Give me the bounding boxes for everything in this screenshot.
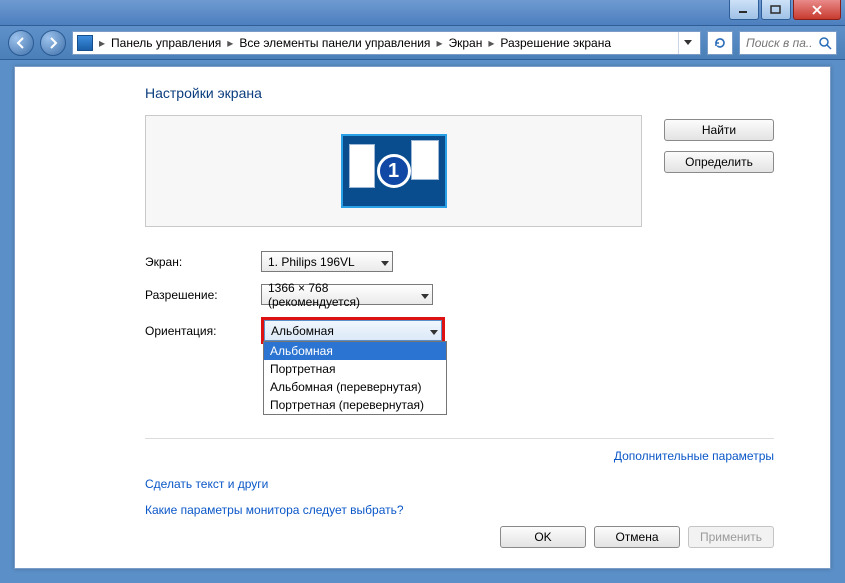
chevron-down-icon: [684, 40, 692, 45]
nav-bar: ▸ Панель управления ▸ Все элементы панел…: [0, 26, 845, 60]
resolution-select[interactable]: 1366 × 768 (рекомендуется): [261, 284, 433, 305]
resolution-select-value: 1366 × 768 (рекомендуется): [268, 281, 414, 309]
orientation-option[interactable]: Портретная (перевернутая): [264, 396, 446, 414]
search-icon: [818, 36, 832, 50]
monitor-number: 1: [377, 154, 411, 188]
orientation-select[interactable]: Альбомная: [264, 320, 442, 341]
text-size-link[interactable]: Сделать текст и други: [145, 477, 268, 491]
back-button[interactable]: [8, 30, 34, 56]
search-input[interactable]: [744, 35, 814, 51]
title-bar: [0, 0, 845, 26]
help-link[interactable]: Какие параметры монитора следует выбрать…: [145, 503, 404, 517]
maximize-button[interactable]: [761, 0, 791, 20]
close-button[interactable]: [793, 0, 841, 20]
apply-button: Применить: [688, 526, 774, 548]
content-pane: Настройки экрана 1 Найти Определить Экра…: [14, 66, 831, 569]
breadcrumb-resolution[interactable]: Разрешение экрана: [498, 36, 613, 50]
find-button[interactable]: Найти: [664, 119, 774, 141]
address-dropdown-button[interactable]: [678, 32, 696, 54]
advanced-settings-link[interactable]: Дополнительные параметры: [614, 449, 774, 463]
chevron-down-icon: [421, 288, 429, 302]
identify-button[interactable]: Определить: [664, 151, 774, 173]
address-bar[interactable]: ▸ Панель управления ▸ Все элементы панел…: [72, 31, 701, 55]
monitor-graphic[interactable]: 1: [341, 134, 447, 208]
orientation-dropdown: Альбомная Портретная Альбомная (переверн…: [263, 341, 447, 415]
minimize-button[interactable]: [729, 0, 759, 20]
breadcrumb-screen[interactable]: Экран: [446, 36, 484, 50]
resolution-label: Разрешение:: [145, 288, 261, 302]
ok-button[interactable]: OK: [500, 526, 586, 548]
forward-button[interactable]: [40, 30, 66, 56]
preview-window-icon: [411, 140, 439, 180]
refresh-button[interactable]: [707, 31, 733, 55]
orientation-option[interactable]: Портретная: [264, 360, 446, 378]
chevron-down-icon: [430, 324, 438, 338]
display-label: Экран:: [145, 255, 261, 269]
search-box[interactable]: [739, 31, 837, 55]
orientation-option[interactable]: Альбомная (перевернутая): [264, 378, 446, 396]
display-preview[interactable]: 1: [145, 115, 642, 227]
chevron-right-icon: ▸: [434, 36, 444, 50]
display-select[interactable]: 1. Philips 196VL: [261, 251, 393, 272]
control-panel-icon: [77, 35, 93, 51]
preview-window-icon: [349, 144, 375, 188]
display-select-value: 1. Philips 196VL: [268, 255, 355, 269]
chevron-right-icon: ▸: [486, 36, 496, 50]
breadcrumb-root[interactable]: Панель управления: [109, 36, 223, 50]
cancel-button[interactable]: Отмена: [594, 526, 680, 548]
page-title: Настройки экрана: [145, 85, 774, 101]
orientation-label: Ориентация:: [145, 324, 261, 338]
orientation-select-value: Альбомная: [271, 324, 334, 338]
chevron-right-icon: ▸: [97, 36, 107, 50]
breadcrumb-all[interactable]: Все элементы панели управления: [237, 36, 432, 50]
chevron-down-icon: [381, 255, 389, 269]
chevron-right-icon: ▸: [225, 36, 235, 50]
orientation-option[interactable]: Альбомная: [264, 342, 446, 360]
highlight-frame: Альбомная Альбомная Портретная Альбомная…: [261, 317, 445, 344]
